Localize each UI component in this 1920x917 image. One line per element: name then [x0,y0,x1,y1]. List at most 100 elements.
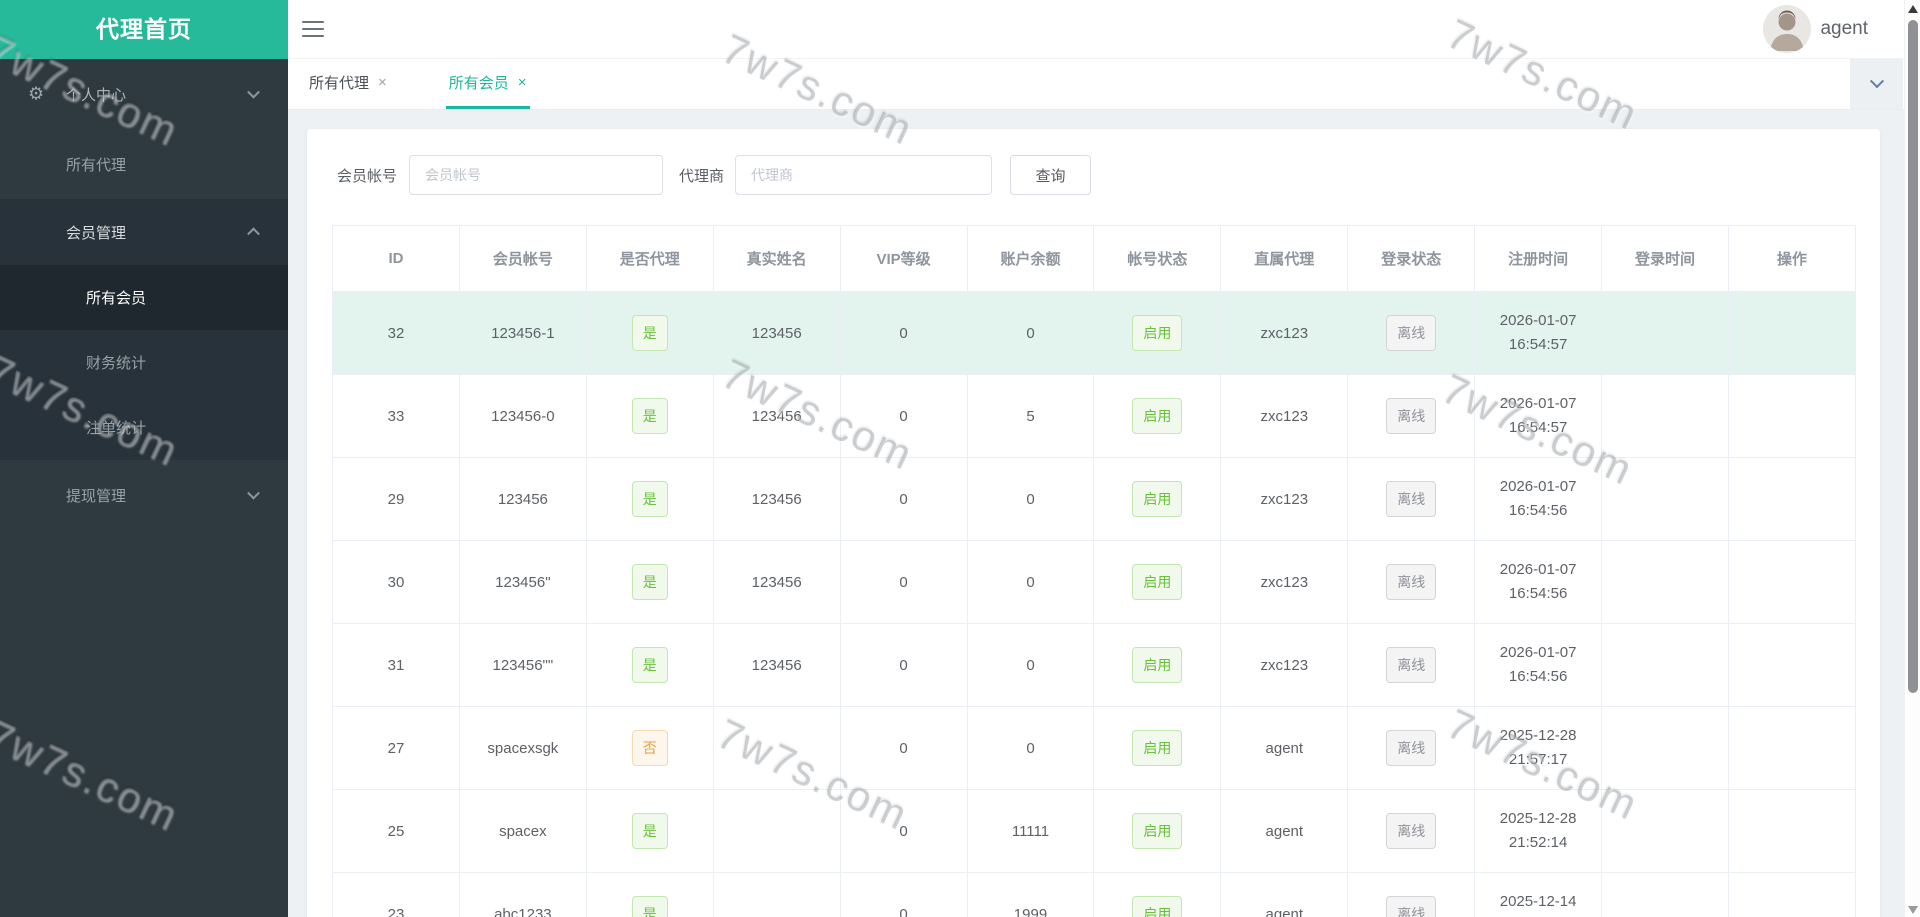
table-row[interactable]: 23 abc1233 是 0 1999 启用 agent 离线 2025-12-… [332,872,1857,917]
close-tab-icon[interactable]: × [378,74,387,91]
cell-action [1727,540,1857,624]
cell-direct-agent: zxc123 [1220,291,1349,375]
column-header: 会员帐号 [458,225,587,292]
cell-is-agent: 是 [585,540,714,624]
cell-balance: 0 [966,623,1095,707]
status-badge: 启用 [1132,647,1183,683]
cell-account-status: 启用 [1093,872,1222,917]
cell-register-time: 2025-12-28 21:52:14 [1474,789,1603,873]
sidebar-item-label: 会员管理 [66,224,127,242]
cell-login-status: 离线 [1347,291,1476,375]
cell-account: 123456"" [458,623,587,707]
cell-account: abc1233 [458,872,587,917]
cell-balance: 0 [966,457,1095,541]
account-filter-input[interactable] [409,155,664,195]
tab-all-agents[interactable]: 所有代理 × [306,59,390,109]
hamburger-menu-icon[interactable] [302,21,324,37]
table-row[interactable]: 30 123456" 是 123456 0 0 启用 zxc123 离线 202… [332,540,1857,624]
close-tab-icon[interactable]: × [518,74,527,91]
cell-action [1727,291,1857,375]
cell-register-time: 2025-12-28 21:57:17 [1474,706,1603,790]
table-row[interactable]: 33 123456-0 是 123456 0 5 启用 zxc123 离线 20… [332,374,1857,458]
table-header-row: ID 会员帐号 是否代理 真实姓名 VIP等级 账户余额 帐号状态 直属代理 登录状态 注册时间登… [332,225,1857,292]
chevron-down-icon [247,486,260,500]
column-header: VIP等级 [839,225,968,292]
cell-login-time [1601,623,1729,707]
sidebar-item-bet-stats[interactable]: 注单统计 [0,395,288,460]
table-row[interactable]: 29 123456 是 123456 0 0 启用 zxc123 离线 2026… [332,457,1857,541]
cell-vip-level: 0 [839,789,968,873]
login-status-badge: 离线 [1386,896,1437,917]
cell-account: spacexsgk [458,706,587,790]
cell-is-agent: 是 [585,457,714,541]
sidebar-item-withdraw-management[interactable]: 提现管理 [0,460,288,530]
cell-real-name [712,872,841,917]
cell-real-name: 123456 [712,374,841,458]
sidebar-item-member-management[interactable]: 会员管理 [0,199,288,265]
vertical-scrollbar[interactable] [1904,0,1920,917]
chevron-up-icon [247,227,260,241]
table-row[interactable]: 32 123456-1 是 123456 0 0 启用 zxc123 离线 20… [332,291,1857,375]
tab-label: 所有会员 [448,75,509,92]
tab-label: 所有代理 [309,75,370,92]
cell-balance: 1999 [966,872,1095,917]
cell-vip-level: 0 [839,540,968,624]
cell-vip-level: 0 [839,374,968,458]
cell-account: 123456 [458,457,587,541]
login-status-badge: 离线 [1386,730,1437,766]
cell-login-time [1601,457,1729,541]
column-header: 帐号状态 [1093,225,1222,292]
cell-id: 32 [332,291,460,375]
cell-direct-agent: zxc123 [1220,540,1349,624]
cell-vip-level: 0 [839,706,968,790]
scroll-up-arrow-icon[interactable] [1908,5,1918,13]
sidebar-item-personal-center[interactable]: ⚙ 个人中心 [0,59,288,129]
cell-is-agent: 是 [585,291,714,375]
sidebar-item-all-agents[interactable]: 所有代理 [0,129,288,199]
scroll-down-arrow-icon[interactable] [1908,906,1918,914]
cell-action [1727,789,1857,873]
sidebar-item-finance-stats[interactable]: 财务统计 [0,330,288,395]
table-wrapper: ID 会员帐号 是否代理 真实姓名 VIP等级 账户余额 帐号状态 直属代理 登录状态 注册时间登… [332,225,1857,917]
main-area: agent 所有代理 × 所有会员 × 会员帐号 代理商 查询 [288,0,1920,917]
agent-filter-input[interactable] [735,155,993,195]
scrollbar-thumb[interactable] [1908,20,1918,693]
cell-login-status: 离线 [1347,706,1476,790]
cell-real-name: 123456 [712,623,841,707]
agent-filter-label: 代理商 [679,167,725,185]
cell-direct-agent: zxc123 [1220,623,1349,707]
table-row[interactable]: 31 123456"" 是 123456 0 0 启用 zxc123 离线 20… [332,623,1857,707]
cell-login-status: 离线 [1347,374,1476,458]
column-header: 登录时间 [1601,225,1729,292]
cell-id: 23 [332,872,460,917]
table-row[interactable]: 27 spacexsgk 否 0 0 启用 agent 离线 2025-12-2… [332,706,1857,790]
cell-login-time [1601,872,1729,917]
cell-vip-level: 0 [839,623,968,707]
tab-all-members[interactable]: 所有会员 × [445,59,530,109]
cell-account: spacex [458,789,587,873]
table-body: 32 123456-1 是 123456 0 0 启用 zxc123 离线 20… [332,291,1857,917]
cell-register-time: 2026-01-07 16:54:57 [1474,374,1603,458]
cell-is-agent: 是 [585,623,714,707]
cell-real-name [712,789,841,873]
user-avatar[interactable] [1763,5,1812,53]
table-row[interactable]: 25 spacex 是 0 11111 启用 agent 离线 2025-12-… [332,789,1857,873]
cell-register-time: 2026-01-07 16:54:57 [1474,291,1603,375]
cell-balance: 0 [966,291,1095,375]
status-badge: 启用 [1132,564,1183,600]
sidebar-item-all-members[interactable]: 所有会员 [0,265,288,330]
cell-login-status: 离线 [1347,457,1476,541]
status-badge: 启用 [1132,813,1183,849]
user-menu[interactable]: agent [1763,5,1920,53]
cell-vip-level: 0 [839,457,968,541]
search-button[interactable]: 查询 [1010,155,1092,195]
sidebar: 代理首页 ⚙ 个人中心 所有代理 会员管理 所有会员 财务统计 注单统计 提现管… [0,0,288,917]
sidebar-group-member-management: 会员管理 所有会员 财务统计 注单统计 [0,199,288,460]
cell-is-agent: 是 [585,789,714,873]
gear-icon: ⚙ [28,83,45,104]
tab-overflow-button[interactable] [1850,59,1903,109]
column-header: ID [332,225,460,292]
cell-direct-agent: agent [1220,706,1349,790]
cell-login-time [1601,789,1729,873]
cell-real-name: 123456 [712,457,841,541]
